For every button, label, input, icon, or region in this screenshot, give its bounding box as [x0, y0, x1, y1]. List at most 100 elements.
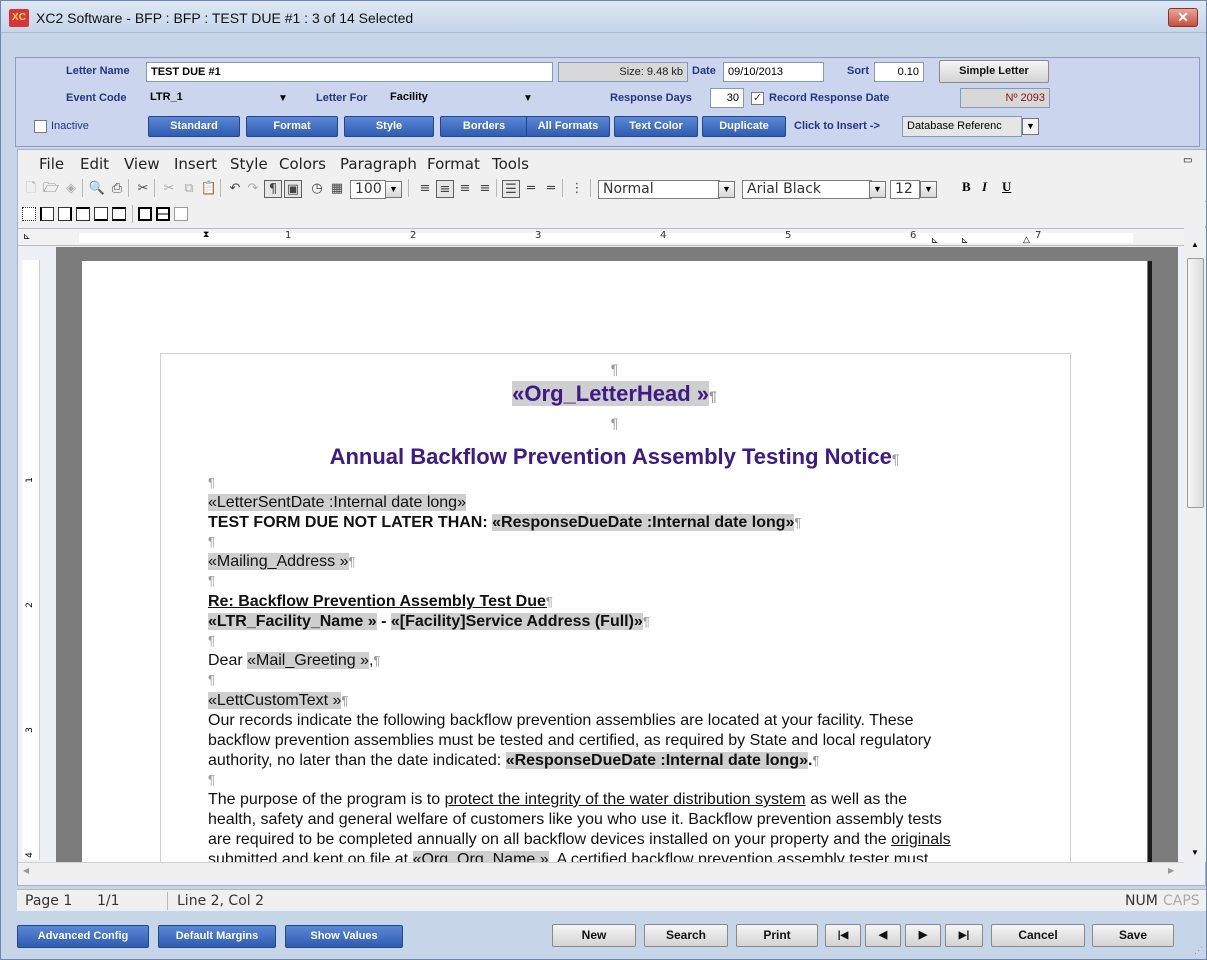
single-spacing-icon[interactable]: ☰ [502, 180, 520, 198]
search-button[interactable]: Search [644, 924, 728, 947]
save-button[interactable]: Save [1092, 924, 1174, 947]
document-page[interactable]: ¶ «Org_LetterHead »¶ ¶ Annual Backflow P… [82, 261, 1147, 862]
menu-colors[interactable]: Colors [279, 155, 326, 173]
save-icon[interactable]: ◈ [62, 180, 80, 198]
facility-address-field[interactable]: «[Facility]Service Address (Full)» [390, 613, 643, 630]
document-canvas[interactable]: ¶ «Org_LetterHead »¶ ¶ Annual Backflow P… [56, 247, 1178, 862]
due-date-field[interactable]: «ResponseDueDate :Internal date long» [492, 514, 795, 531]
next-record-button[interactable]: ▶ [905, 924, 941, 947]
field-codes-icon[interactable]: ▣ [284, 180, 302, 198]
new-document-icon[interactable]: 🗋 [22, 180, 40, 198]
first-record-button[interactable]: |◀ [825, 924, 861, 947]
scroll-up-icon[interactable]: ▲ [1191, 240, 1199, 249]
org-name-field[interactable]: «Org_Org_Name » [412, 851, 549, 862]
due-date-field[interactable]: «ResponseDueDate :Internal date long» [505, 752, 808, 769]
close-button[interactable]: ✕ [1168, 8, 1198, 27]
show-values-button[interactable]: Show Values [285, 925, 403, 948]
top-border-icon[interactable] [76, 207, 90, 221]
resize-grip-icon[interactable]: ⋰ [1194, 945, 1203, 956]
bottom-border-icon[interactable] [94, 207, 108, 221]
no-border-icon[interactable] [22, 207, 36, 221]
previous-record-button[interactable]: ◀ [865, 924, 901, 947]
right-border-icon[interactable] [58, 207, 72, 221]
advanced-config-button[interactable]: Advanced Config [17, 925, 149, 948]
new-button[interactable]: New [552, 924, 636, 947]
underline-button[interactable]: U [1002, 179, 1011, 195]
bullets-icon[interactable]: ⋮ [568, 180, 586, 198]
chevron-down-icon[interactable]: ▼ [718, 181, 735, 198]
letterhead-field[interactable]: «Org_LetterHead » [512, 381, 710, 406]
open-icon[interactable]: 🗁 [42, 180, 60, 198]
cancel-button[interactable]: Cancel [991, 924, 1085, 947]
redo-icon[interactable]: ↷ [244, 180, 262, 198]
align-right-icon[interactable]: ≡ [456, 180, 474, 198]
scroll-left-icon[interactable]: ◀ [23, 866, 29, 875]
menu-format[interactable]: Format [427, 155, 480, 173]
undo-icon[interactable]: ↶ [226, 180, 244, 198]
font-select[interactable]: Arial Black [742, 180, 872, 199]
align-center-icon[interactable]: ≡ [436, 180, 454, 198]
tab-stop-icon[interactable]: ⊾ [23, 231, 31, 242]
last-record-button[interactable]: ▶| [945, 924, 983, 947]
box-border-icon[interactable] [138, 207, 152, 221]
inactive-checkbox[interactable] [34, 120, 47, 133]
all-formats-button[interactable]: All Formats [526, 116, 610, 137]
cut-icon[interactable]: ✂ [160, 180, 178, 198]
print-icon[interactable]: ⎙ [108, 180, 126, 198]
spacing-one-half-icon[interactable]: ═ [522, 180, 540, 198]
justify-icon[interactable]: ≡ [476, 180, 494, 198]
horizontal-ruler[interactable]: ⊾ 1 2 3 4 5 6 7 ⧗ ⊾ ⊾ △ [18, 228, 1184, 246]
scrollbar-thumb[interactable] [1187, 258, 1204, 508]
tab-marker-icon[interactable]: ⊾ [931, 235, 939, 246]
text-color-button[interactable]: Text Color [614, 116, 698, 137]
borders-button[interactable]: Borders [440, 116, 528, 137]
print-button[interactable]: Print [736, 924, 818, 947]
indent-marker-icon[interactable]: ⧗ [203, 229, 209, 240]
style-button[interactable]: Style [344, 116, 434, 137]
restore-icon[interactable]: ▭ [1183, 155, 1192, 166]
default-margins-button[interactable]: Default Margins [158, 925, 276, 948]
scroll-right-icon[interactable]: ▶ [1168, 866, 1174, 875]
outside-border-icon[interactable] [174, 207, 188, 221]
date-input[interactable]: 09/10/2013 [723, 62, 824, 82]
menu-view[interactable]: View [124, 155, 160, 173]
copy-icon[interactable]: ⧉ [180, 180, 198, 198]
horizontal-scrollbar[interactable]: ◀ ▶ [18, 862, 1184, 879]
align-left-icon[interactable]: ≡ [416, 180, 434, 198]
print-preview-icon[interactable]: 🔍 [88, 180, 106, 198]
chevron-down-icon[interactable]: ▼ [385, 181, 402, 198]
italic-button[interactable]: I [982, 179, 987, 195]
sent-date-field[interactable]: «LetterSentDate :Internal date long» [208, 494, 466, 511]
right-indent-icon[interactable]: △ [1023, 234, 1030, 245]
simple-letter-button[interactable]: Simple Letter [939, 60, 1049, 83]
chevron-down-icon[interactable]: ▼ [869, 181, 886, 198]
menu-paragraph[interactable]: Paragraph [340, 155, 417, 173]
chevron-down-icon[interactable]: ▼ [1022, 118, 1039, 135]
clock-icon[interactable]: ◷ [308, 180, 326, 198]
zoom-select[interactable]: 100 [350, 180, 386, 199]
duplicate-button[interactable]: Duplicate [702, 116, 786, 137]
tab-marker-icon[interactable]: ⊾ [961, 235, 969, 246]
calendar-icon[interactable]: ▦ [328, 180, 346, 198]
style-select[interactable]: Normal [598, 180, 720, 199]
standard-button[interactable]: Standard [148, 116, 240, 137]
format-button[interactable]: Format [246, 116, 338, 137]
double-spacing-icon[interactable]: ═ [542, 180, 560, 198]
menu-file[interactable]: File [39, 155, 64, 173]
letter-name-input[interactable]: TEST DUE #1 [146, 62, 553, 82]
mailing-address-field[interactable]: «Mailing_Address » [208, 553, 349, 570]
menu-tools[interactable]: Tools [492, 155, 529, 173]
font-size-select[interactable]: 12 [890, 180, 920, 199]
record-response-checkbox[interactable]: ✓ [751, 92, 764, 105]
database-reference-select[interactable]: Database Referenc [902, 116, 1022, 137]
mail-greeting-field[interactable]: «Mail_Greeting » [247, 652, 369, 669]
sort-input[interactable]: 0.10 [874, 62, 924, 82]
event-code-select[interactable]: LTR_1 [146, 88, 296, 108]
inside-border-icon[interactable] [156, 207, 170, 221]
menu-insert[interactable]: Insert [174, 155, 217, 173]
bold-button[interactable]: B [962, 179, 971, 195]
menu-edit[interactable]: Edit [80, 155, 109, 173]
menu-style[interactable]: Style [230, 155, 268, 173]
custom-text-field[interactable]: «LettCustomText » [208, 692, 342, 709]
find-icon[interactable]: ✂ [134, 180, 152, 198]
